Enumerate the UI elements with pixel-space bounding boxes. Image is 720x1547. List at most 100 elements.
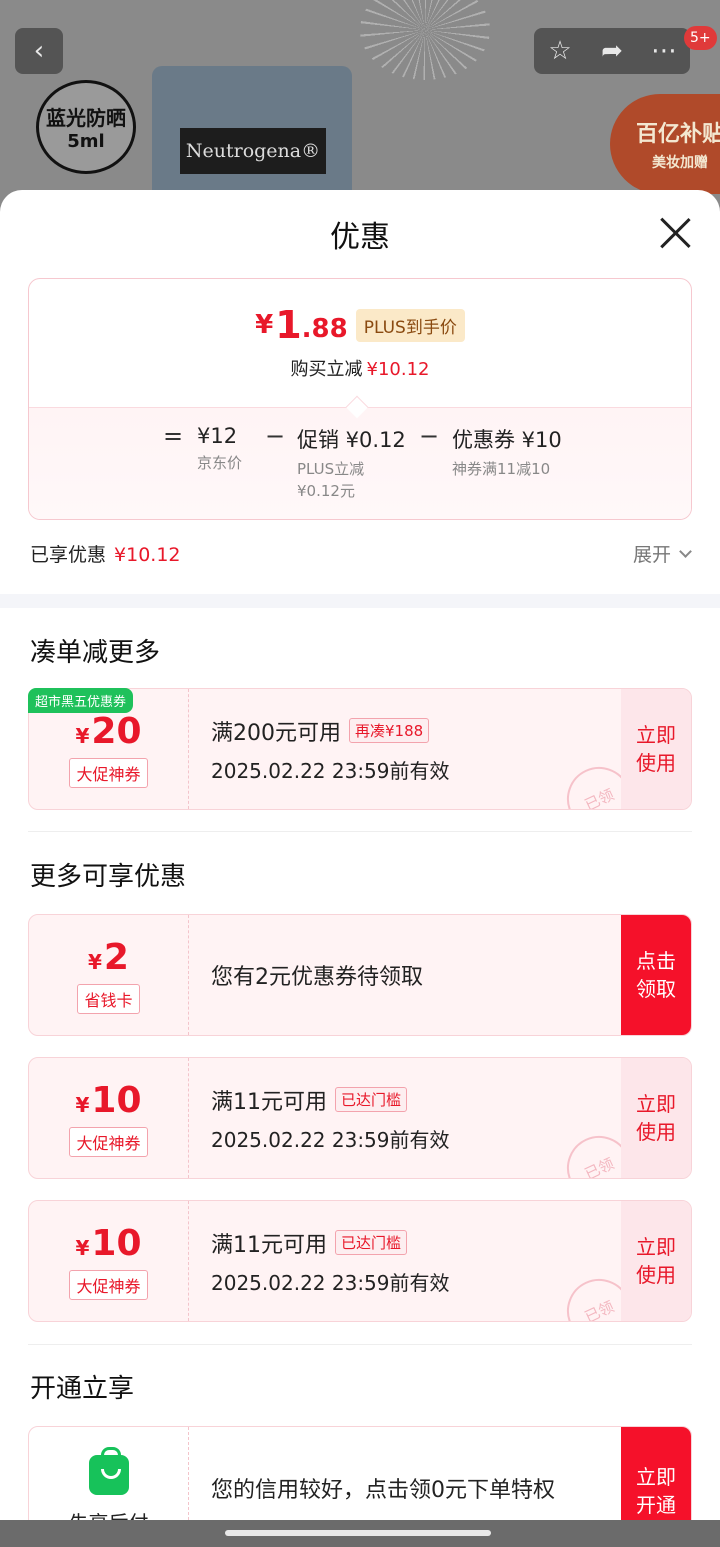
sheet-title: 优惠: [330, 220, 390, 255]
reduce-line: 购买立减 ¥10.12: [291, 355, 430, 381]
base-price-label: 京东价: [197, 454, 243, 472]
coupon-number: 2: [103, 936, 129, 978]
section-title-open: 开通立享: [30, 1374, 135, 1404]
home-indicator[interactable]: [225, 1530, 491, 1536]
coupon-number: 10: [91, 1079, 142, 1121]
coupon-type: 大促神券: [69, 1269, 148, 1300]
base-price: ¥12: [197, 424, 238, 448]
subsidy-subtitle: 美妆加赠: [652, 155, 708, 171]
coupon-currency: ¥: [88, 949, 102, 974]
coupon-value: ¥10 大促神券: [29, 1201, 189, 1321]
coupon-value: ¥2 省钱卡: [29, 915, 189, 1035]
final-price: ¥ 1 .88 PLUS到手价: [255, 303, 465, 347]
coupon-details: 满11元可用 已达门槛 2025.02.22 23:59前有效: [211, 1058, 450, 1178]
promo-amount: 促销 ¥0.12: [297, 428, 406, 452]
plus-price-tag: PLUS到手价: [355, 308, 465, 342]
final-price-area: ¥ 1 .88 PLUS到手价 购买立减 ¥10.12: [29, 279, 691, 407]
credit-pay-label: 先享后付: [69, 1507, 149, 1520]
chevron-down-icon: [679, 544, 692, 558]
coupon-amount: ¥20: [75, 711, 141, 752]
coupon-col: 优惠券 ¥10 神券满11减10: [452, 424, 562, 480]
coupon-card: ¥10 大促神券 满11元可用 已达门槛 2025.02.22 23:59前有效 …: [28, 1200, 692, 1322]
product-brand: Neutrogena®: [180, 128, 326, 174]
coupon-number: 20: [91, 710, 142, 752]
coupon-value: ¥10 大促神券: [29, 1058, 189, 1178]
coupon-details: 您有2元优惠券待领取: [211, 915, 423, 1035]
chevron-left-icon: ‹: [33, 36, 45, 66]
supermarket-coupon-badge: 超市黑五优惠券: [28, 688, 134, 713]
use-now-button[interactable]: 立即 使用: [621, 1058, 691, 1178]
price-summary-card: ¥ 1 .88 PLUS到手价 购买立减 ¥10.12 = ¥12 京东价 − 促…: [28, 278, 692, 520]
product-feature-badge: 蓝光防晒 5ml: [36, 80, 136, 174]
use-now-button[interactable]: 立即 使用: [621, 689, 691, 809]
expand-label: 展开: [632, 544, 671, 566]
share-icon[interactable]: ➦: [592, 36, 632, 66]
credit-pay-details: 您的信用较好，点击领0元下单特权: [211, 1427, 555, 1520]
price-integer: 1: [275, 303, 302, 347]
close-icon[interactable]: [658, 216, 692, 250]
price-breakdown: = ¥12 京东价 − 促销 ¥0.12 PLUS立减 ¥0.12元 − 优惠券…: [29, 395, 691, 519]
promo-sub1: PLUS立减: [297, 460, 365, 478]
star-icon[interactable]: ☆: [540, 36, 580, 66]
base-price-col: ¥12 京东价: [197, 424, 242, 474]
expand-button[interactable]: 展开: [632, 540, 692, 567]
coupon-amount: 优惠券 ¥10: [452, 428, 562, 452]
coupon-currency: ¥: [75, 723, 90, 748]
section-title-more: 凑单减更多: [30, 638, 161, 668]
coupon-condition: 满11元可用: [211, 1232, 327, 1258]
divider: [28, 831, 692, 832]
coupon-condition: 满200元可用: [211, 720, 341, 746]
price-currency: ¥: [255, 310, 274, 340]
minus-sign: −: [265, 422, 286, 450]
coupon-amount: ¥10: [75, 1080, 141, 1121]
coupon-type: 大促神券: [69, 1126, 148, 1157]
sheet-header: 优惠: [0, 190, 720, 278]
enjoyed-amount: ¥10.12: [114, 544, 181, 566]
coupon-currency: ¥: [75, 1235, 90, 1260]
decorative-burst: [360, 0, 490, 80]
product-feature-line2: 5ml: [67, 131, 105, 152]
coupon-validity: 2025.02.22 23:59前有效: [211, 1127, 450, 1152]
coupon-details: 满200元可用 再凑¥188 2025.02.22 23:59前有效: [211, 689, 450, 809]
promo-sub2: ¥0.12元: [297, 482, 355, 500]
coupon-sub: 神券满11减10: [452, 460, 551, 478]
coupon-tag: 已达门槛: [335, 1087, 408, 1112]
credit-pay-brand: 先享后付: [29, 1427, 189, 1520]
coupon-condition-row: 满11元可用 已达门槛: [211, 1227, 450, 1259]
reduce-label: 购买立减: [290, 359, 363, 380]
activate-button[interactable]: 立即 开通: [621, 1427, 691, 1520]
credit-pay-text: 您的信用较好，点击领0元下单特权: [211, 1478, 555, 1503]
coupon-condition: 满11元可用: [211, 1089, 327, 1115]
coupon-tag: 已达门槛: [335, 1230, 408, 1255]
subsidy-title: 百亿补贴: [635, 122, 720, 147]
top-actions: ☆ ➦ ⋯: [534, 28, 690, 74]
claim-button[interactable]: 点击 领取: [621, 915, 691, 1035]
credit-pay-card: 先享后付 您的信用较好，点击领0元下单特权 立即开通: [28, 1426, 692, 1520]
coupon-condition-row: 满200元可用 再凑¥188: [211, 715, 450, 747]
coupon-number: 10: [91, 1222, 142, 1264]
coupon-validity: 2025.02.22 23:59前有效: [211, 758, 450, 783]
coupon-amount: ¥2: [88, 937, 129, 978]
coupon-condition-row: 满11元可用 已达门槛: [211, 1084, 450, 1116]
enjoyed-text: 已享优惠: [30, 544, 107, 566]
back-button[interactable]: ‹: [15, 28, 63, 74]
price-decimal: .88: [301, 314, 348, 344]
reduce-amount: ¥10.12: [366, 359, 430, 380]
coupon-tag: 再凑¥188: [349, 718, 430, 743]
divider: [28, 1344, 692, 1345]
more-icon[interactable]: ⋯: [644, 36, 684, 66]
minus-sign: −: [419, 422, 440, 450]
coupon-validity: 2025.02.22 23:59前有效: [211, 1270, 450, 1295]
coupon-text: 您有2元优惠券待领取: [211, 965, 423, 990]
notification-badge: 5+: [684, 26, 717, 50]
coupon-type: 大促神券: [69, 757, 148, 788]
coupon-currency: ¥: [75, 1092, 90, 1117]
coupon-card: ¥2 省钱卡 您有2元优惠券待领取 点击 领取: [28, 914, 692, 1036]
coupon-type: 省钱卡: [77, 983, 140, 1014]
shopping-bag-icon: [88, 1447, 129, 1495]
section-divider: [0, 594, 720, 608]
enjoyed-discount-row: 已享优惠 ¥10.12 展开: [30, 540, 692, 567]
use-now-button[interactable]: 立即 使用: [621, 1201, 691, 1321]
discount-sheet: 优惠 ¥ 1 .88 PLUS到手价 购买立减 ¥10.12 = ¥12 京东价 …: [0, 190, 720, 1520]
enjoyed-label: 已享优惠 ¥10.12: [30, 540, 181, 567]
